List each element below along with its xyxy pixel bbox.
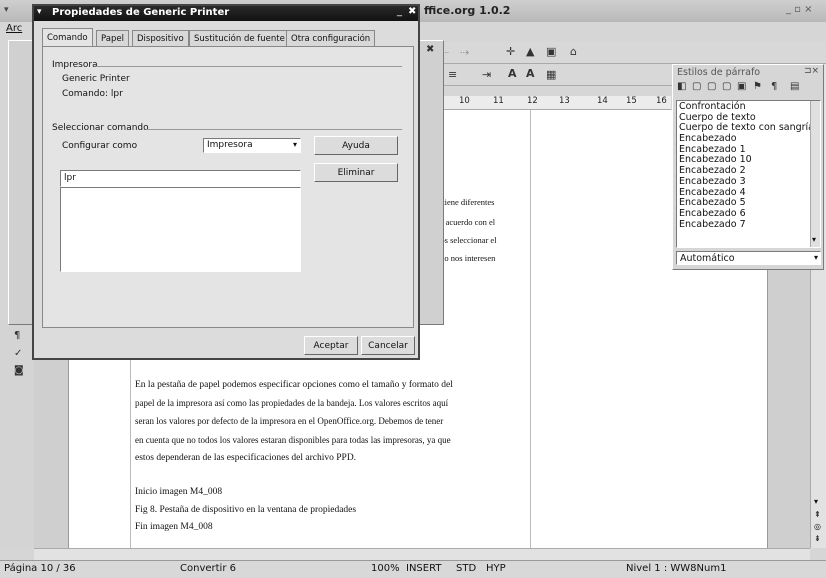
tab-label: Comando bbox=[47, 33, 88, 43]
tab-otra-configuracion[interactable]: Otra configuración bbox=[286, 30, 376, 46]
function-toolbar bbox=[426, 42, 826, 64]
gallery-icon[interactable]: ▲ bbox=[526, 45, 534, 58]
stylist-close-icon[interactable]: ⊐× bbox=[804, 66, 819, 76]
command-list[interactable] bbox=[60, 187, 301, 272]
horizontal-scrollbar[interactable] bbox=[34, 548, 810, 560]
help-button[interactable]: Ayuda bbox=[314, 136, 398, 155]
style-list-item[interactable]: Encabezado 7 bbox=[677, 219, 809, 231]
doc-image-line: Fig 8. Pestaña de dispositivo en la vent… bbox=[135, 505, 357, 515]
style-filter-value: Automático bbox=[680, 253, 735, 264]
indent-icon[interactable]: ⇥ bbox=[482, 68, 491, 81]
highlight-icon[interactable]: ▦ bbox=[546, 68, 556, 81]
main-window-title: ffice.org 1.0.2 bbox=[424, 4, 511, 17]
tab-papel[interactable]: Papel bbox=[96, 30, 129, 46]
style-list-item[interactable]: Encabezado 6 bbox=[677, 208, 809, 220]
print-dialog-close-icon[interactable]: ✖ bbox=[426, 44, 434, 55]
style-list-scrollbar[interactable] bbox=[810, 101, 820, 247]
text-boundary-line bbox=[530, 110, 531, 548]
properties-title: Propiedades de Generic Printer bbox=[52, 7, 230, 18]
tab-label: Dispositivo bbox=[137, 33, 184, 44]
tab-label: Sustitución de fuente bbox=[194, 33, 285, 44]
bullets-icon[interactable]: ≡ bbox=[448, 68, 457, 81]
doc-paragraph-line: en cuenta que no todos los valores estar… bbox=[135, 435, 451, 445]
spellcheck-icon[interactable]: ✓ bbox=[14, 348, 22, 359]
tab-label: Otra configuración bbox=[291, 33, 371, 44]
status-hyperlink-mode[interactable]: HYP bbox=[486, 563, 506, 574]
configure-as-value: Impresora bbox=[207, 140, 253, 150]
dialog-minimize-icon[interactable]: _ bbox=[397, 6, 402, 17]
doc-image-line: Fin imagen M4_008 bbox=[135, 522, 213, 532]
new-style-icon[interactable]: ¶ bbox=[771, 81, 777, 92]
redo-icon[interactable]: ⇢ bbox=[460, 46, 469, 59]
printer-command: Comando: lpr bbox=[62, 89, 123, 99]
style-list[interactable]: Confrontación Cuerpo de texto Cuerpo de … bbox=[676, 100, 821, 248]
horizontal-ruler[interactable]: 10 11 12 13 14 15 16 bbox=[426, 96, 671, 110]
scroll-down-icon[interactable]: ▾ bbox=[814, 497, 818, 506]
doc-image-line: Inicio imagen M4_008 bbox=[135, 487, 223, 497]
dialog-close-icon[interactable]: ✖ bbox=[408, 6, 416, 17]
status-page: Página 10 / 36 bbox=[4, 563, 76, 574]
style-paragraph-icon[interactable]: ◧ bbox=[677, 81, 686, 92]
status-level: Nivel 1 : WW8Num1 bbox=[626, 563, 727, 574]
tab-label: Papel bbox=[101, 33, 124, 44]
printer-group-label: Impresora bbox=[52, 60, 98, 70]
printer-name: Generic Printer bbox=[62, 74, 130, 84]
ruler-number: 12 bbox=[527, 96, 538, 106]
status-zoom[interactable]: 100% bbox=[371, 563, 400, 574]
paragraph-mark-icon[interactable]: ¶ bbox=[14, 330, 20, 341]
text-boundary-line-left bbox=[130, 360, 131, 548]
dialog-menu-icon[interactable]: ▾ bbox=[37, 7, 42, 17]
ok-button[interactable]: Aceptar bbox=[304, 336, 358, 355]
command-input-value: lpr bbox=[64, 173, 76, 183]
configure-as-select[interactable]: Impresora ▾ bbox=[203, 138, 301, 153]
scroll-down-icon[interactable]: ▾ bbox=[812, 235, 816, 244]
chevron-down-icon: ▾ bbox=[292, 140, 297, 149]
style-frame-icon[interactable]: ▢ bbox=[707, 81, 716, 92]
style-filter-select[interactable]: Automático ▾ bbox=[676, 251, 821, 265]
select-command-label: Seleccionar comando bbox=[52, 123, 149, 133]
prev-page-icon[interactable]: ⇞ bbox=[814, 510, 821, 519]
cancel-button[interactable]: Cancelar bbox=[361, 336, 415, 355]
style-list-icon[interactable]: ▣ bbox=[737, 81, 746, 92]
tab-comando[interactable]: Comando bbox=[42, 28, 93, 47]
style-list-item[interactable]: Encabezado 3 bbox=[677, 176, 809, 188]
group-separator bbox=[96, 66, 402, 67]
ruler-number: 10 bbox=[459, 96, 470, 106]
font-shrink-icon[interactable]: A bbox=[526, 67, 535, 80]
doc-paragraph-line: estos dependeran de las especificaciones… bbox=[135, 453, 357, 463]
doc-paragraph-line: En la pestaña de papel podemos especific… bbox=[135, 380, 453, 390]
group-separator bbox=[146, 129, 402, 130]
ruler-number: 14 bbox=[597, 96, 608, 106]
image-icon[interactable]: ⌂ bbox=[570, 45, 577, 58]
font-grow-icon[interactable]: A bbox=[508, 67, 517, 80]
stylist-title: Estilos de párrafo bbox=[677, 67, 761, 78]
style-page-icon[interactable]: ▢ bbox=[722, 81, 731, 92]
ruler-number: 11 bbox=[493, 96, 504, 106]
doc-paragraph-line: seran los valores por defecto de la impr… bbox=[135, 416, 444, 426]
doc-paragraph-line: papel de la impresora así como las propi… bbox=[135, 398, 449, 408]
status-selection-mode[interactable]: STD bbox=[456, 563, 476, 574]
command-input[interactable]: lpr bbox=[60, 170, 301, 187]
tab-dispositivo[interactable]: Dispositivo bbox=[132, 30, 189, 46]
main-window-menu-icon[interactable]: ▾ bbox=[4, 5, 16, 17]
tab-sustitucion-fuente[interactable]: Sustitución de fuente bbox=[189, 30, 290, 46]
next-page-icon[interactable]: ⇟ bbox=[814, 534, 821, 543]
delete-button[interactable]: Eliminar bbox=[314, 163, 398, 182]
navigator-icon[interactable]: ✛ bbox=[506, 45, 515, 58]
ruler-number: 13 bbox=[559, 96, 570, 106]
main-window-controls[interactable]: _ ▫ × bbox=[786, 4, 813, 15]
ruler-number: 15 bbox=[626, 96, 637, 106]
fill-format-icon[interactable]: ⚑ bbox=[753, 81, 762, 92]
navigation-icon[interactable]: ◎ bbox=[814, 522, 821, 531]
menu-archivo[interactable]: Arc bbox=[6, 23, 22, 34]
style-character-icon[interactable]: ▢ bbox=[692, 81, 701, 92]
update-style-icon[interactable]: ▤ bbox=[790, 81, 799, 92]
chevron-down-icon: ▾ bbox=[813, 253, 818, 262]
ruler-number: 16 bbox=[656, 96, 667, 106]
status-page-style: Convertir 6 bbox=[180, 563, 236, 574]
datasource-icon[interactable]: ▣ bbox=[546, 45, 556, 58]
status-insert-mode[interactable]: INSERT bbox=[406, 563, 441, 574]
configure-as-label: Configurar como bbox=[62, 141, 138, 151]
online-layout-icon[interactable]: ◙ bbox=[14, 365, 24, 376]
